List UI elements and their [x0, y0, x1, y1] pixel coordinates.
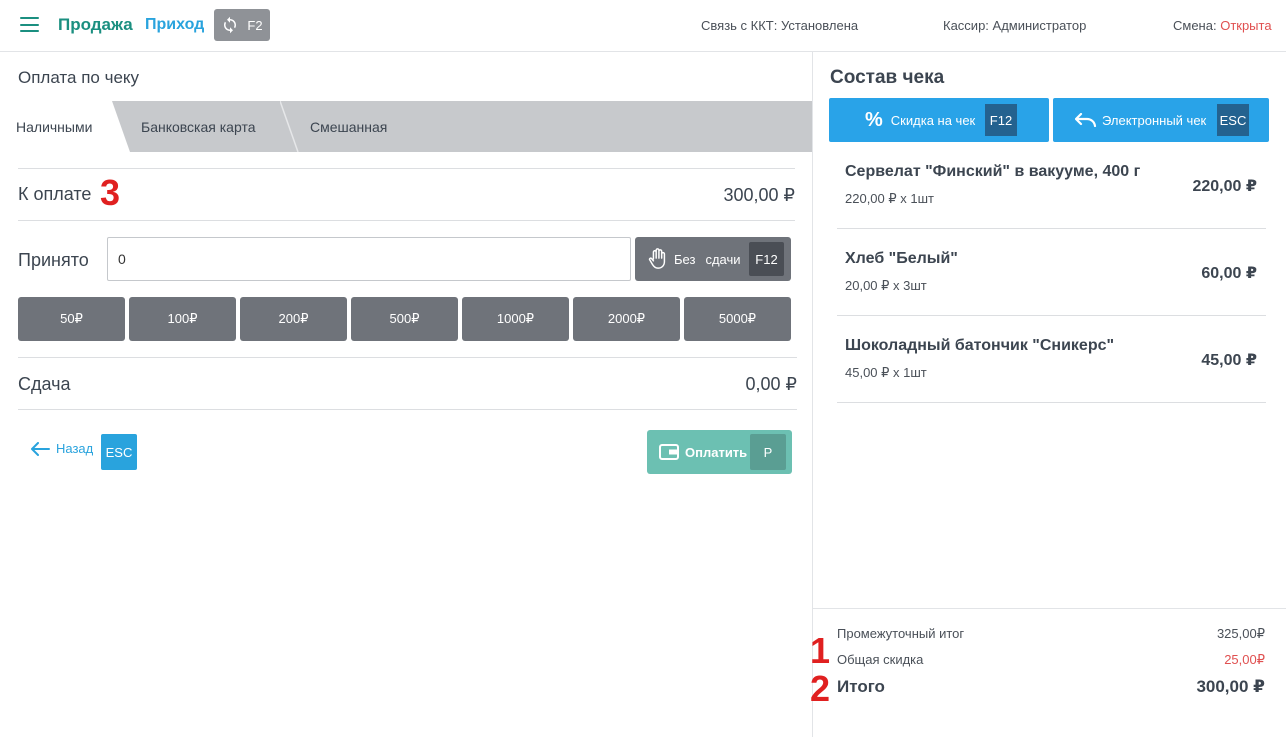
- item-name: Шоколадный батончик "Сникерс": [845, 337, 1115, 354]
- accepted-label: Принято: [18, 250, 89, 270]
- divider: [813, 608, 1286, 609]
- item-price: 45,00 ₽: [1201, 352, 1257, 369]
- change-label: Сдача: [18, 374, 71, 394]
- discount-label: Общая скидка: [837, 652, 924, 667]
- tab-bank-card[interactable]: Банковская карта: [141, 101, 255, 152]
- hand-icon: [648, 248, 666, 269]
- pay-key: P: [750, 434, 786, 470]
- divider: [837, 315, 1266, 316]
- back-label: Назад: [56, 441, 94, 456]
- kkt-status: Связь с ККТ: Установлена: [701, 18, 859, 33]
- pay-label: Оплатить: [685, 444, 748, 460]
- divider: [18, 168, 795, 169]
- shift-value: Открыта: [1220, 18, 1272, 33]
- bill-100-button[interactable]: 100₽: [129, 297, 236, 341]
- no-change-button[interactable]: Без сдачи F12: [635, 237, 791, 281]
- nav-sale[interactable]: Продажа: [58, 15, 133, 35]
- bill-2000-button[interactable]: 2000₽: [573, 297, 680, 341]
- tab-mixed[interactable]: Смешанная: [310, 101, 387, 152]
- shift-status: Смена: Открыта: [1173, 18, 1272, 33]
- divider: [837, 402, 1266, 403]
- pay-button[interactable]: Оплатить P: [647, 430, 792, 474]
- annotation-marker-3: 3: [100, 172, 121, 213]
- divider: [18, 409, 797, 410]
- item-qty: 45,00 ₽ x 1шт: [845, 365, 927, 380]
- tab-separator: [280, 101, 299, 152]
- no-change-label-1: Без: [674, 251, 696, 267]
- ereceipt-button[interactable]: Электронный чек ESC: [1053, 98, 1269, 142]
- payment-tabs: Наличными Банковская карта Смешанная: [0, 101, 812, 152]
- annotation-marker-1: 1: [810, 630, 831, 671]
- discount-value: 25,00₽: [1224, 652, 1265, 667]
- change-value: 0,00 ₽: [745, 374, 798, 394]
- shift-label: Смена:: [1173, 18, 1217, 33]
- item-qty: 220,00 ₽ x 1шт: [845, 191, 934, 206]
- discount-button-label: Скидка на чек: [890, 112, 976, 128]
- divider: [837, 228, 1266, 229]
- annotation-marker-2: 2: [810, 668, 831, 709]
- nav-income[interactable]: Приход: [145, 16, 204, 34]
- undo-icon: [1075, 113, 1097, 127]
- discount-key: F12: [985, 104, 1017, 136]
- item-qty: 20,00 ₽ x 3шт: [845, 278, 927, 293]
- item-price: 60,00 ₽: [1201, 265, 1257, 282]
- percent-icon: %: [865, 108, 883, 131]
- to-pay-label: К оплате: [18, 184, 92, 204]
- arrow-left-icon: [31, 441, 50, 456]
- item-price: 220,00 ₽: [1192, 178, 1257, 195]
- ereceipt-key: ESC: [1217, 104, 1249, 136]
- sync-icon: [224, 16, 237, 34]
- item-name: Хлеб "Белый": [845, 250, 958, 267]
- bill-200-button[interactable]: 200₽: [240, 297, 347, 341]
- bill-1000-button[interactable]: 1000₽: [462, 297, 569, 341]
- divider: [18, 220, 795, 221]
- sync-button[interactable]: F2: [214, 9, 270, 41]
- payment-title: Оплата по чеку: [18, 68, 140, 87]
- no-change-label-2: сдачи: [705, 251, 741, 267]
- subtotal-value: 325,00₽: [1216, 626, 1265, 641]
- sync-key: F2: [247, 17, 263, 33]
- ereceipt-button-label: Электронный чек: [1102, 112, 1207, 128]
- bill-buttons: 50₽ 100₽ 200₽ 500₽ 1000₽ 2000₽ 5000₽: [18, 297, 791, 341]
- item-name: Сервелат "Финский" в вакууме, 400 г: [845, 163, 1141, 180]
- discount-button[interactable]: % Скидка на чек F12: [829, 98, 1049, 142]
- wallet-icon: [659, 444, 679, 460]
- total-label: Итого: [837, 677, 885, 696]
- total-value: 300,00 ₽: [1196, 677, 1265, 696]
- divider: [18, 357, 797, 358]
- back-key: ESC: [101, 434, 137, 470]
- bill-500-button[interactable]: 500₽: [351, 297, 458, 341]
- accepted-amount-input[interactable]: [107, 237, 631, 281]
- tab-cash[interactable]: Наличными: [16, 101, 92, 152]
- subtotal-label: Промежуточный итог: [837, 626, 965, 641]
- cashier-status: Кассир: Администратор: [943, 18, 1087, 33]
- to-pay-value: 300,00 ₽: [723, 185, 795, 205]
- receipt-title: Состав чека: [830, 67, 945, 88]
- no-change-key: F12: [749, 242, 784, 276]
- menu-icon[interactable]: [20, 17, 39, 32]
- bill-50-button[interactable]: 50₽: [18, 297, 125, 341]
- back-button[interactable]: Назад: [30, 441, 93, 456]
- bill-5000-button[interactable]: 5000₽: [684, 297, 791, 341]
- top-bar: Продажа Приход F2 Связь с ККТ: Установле…: [0, 0, 1286, 52]
